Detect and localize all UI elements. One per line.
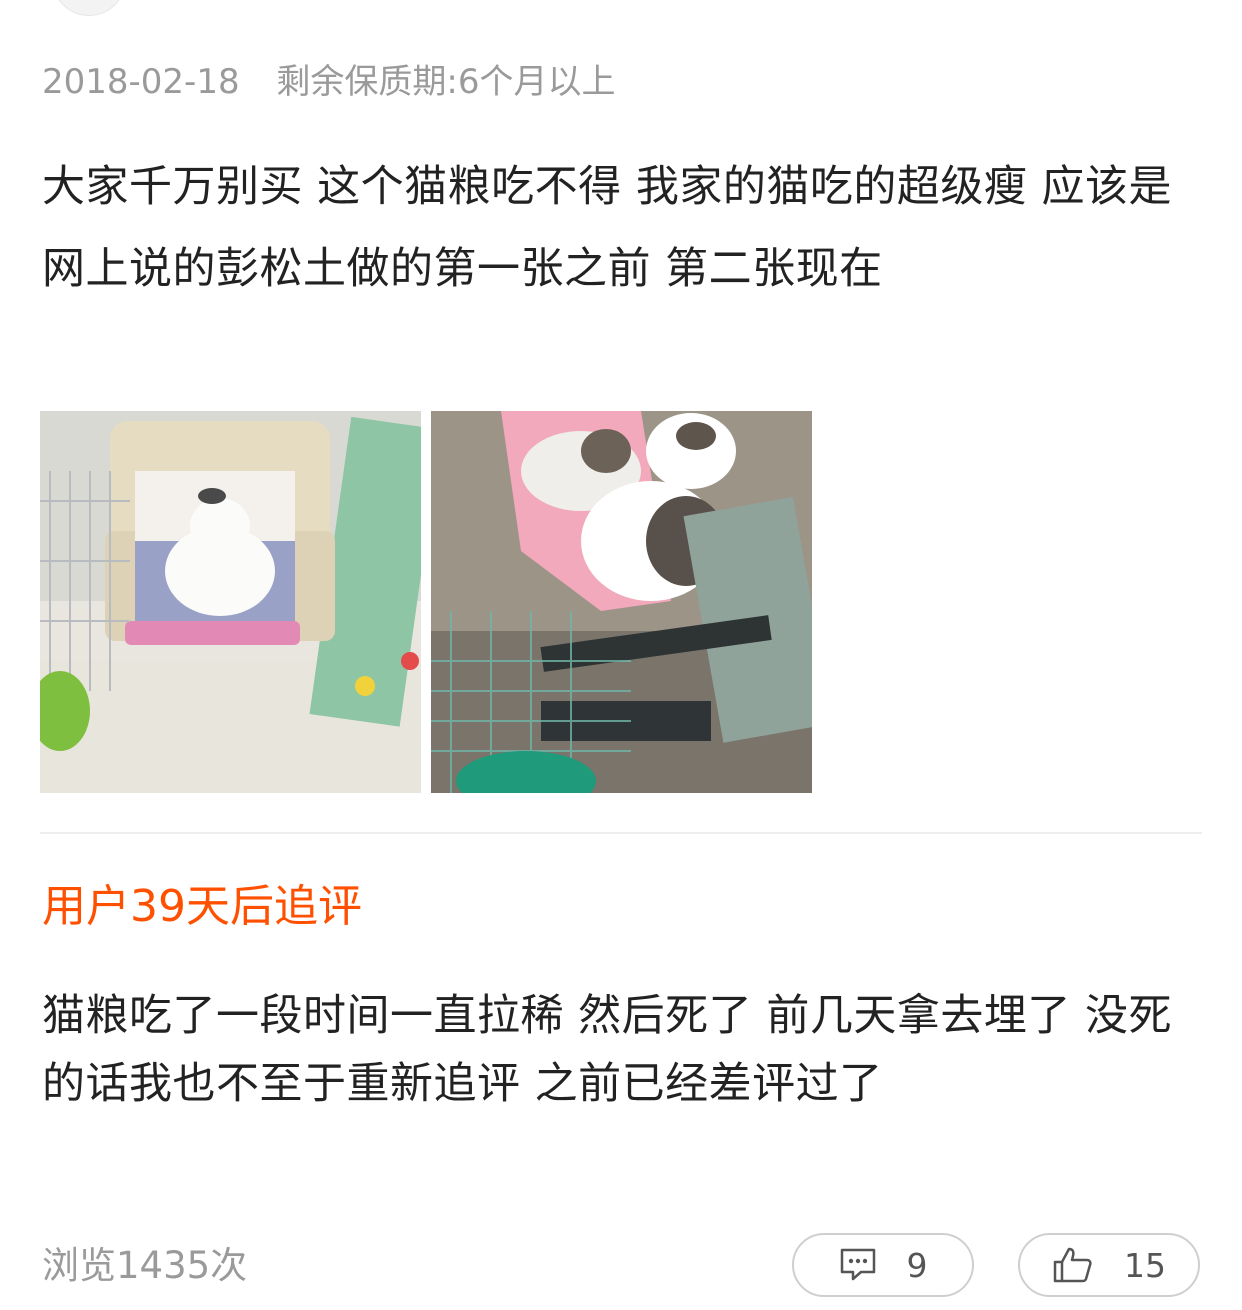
view-count: 浏览1435次 — [42, 1244, 248, 1287]
review-text: 大家千万别买 这个猫粮吃不得 我家的猫吃的超级瘦 应该是网上说的彭松土做的第一张… — [42, 162, 1173, 294]
followup-title: 用户39天后追评 — [42, 881, 362, 932]
like-count: 15 — [1124, 1245, 1166, 1285]
photo-cat-in-carrier[interactable] — [40, 411, 421, 793]
review-meta: 2018-02-18 剩余保质期:6个月以上 — [42, 58, 616, 106]
thumbs-up-icon — [1052, 1246, 1094, 1284]
avatar[interactable] — [52, 0, 126, 16]
comment-button[interactable]: 9 — [792, 1233, 974, 1297]
shelf-life: 剩余保质期:6个月以上 — [276, 62, 616, 102]
comment-bubble-icon — [839, 1247, 877, 1283]
like-button[interactable]: 15 — [1018, 1233, 1200, 1297]
review-photos — [40, 411, 812, 793]
photo-cats-in-cage[interactable] — [431, 411, 812, 793]
followup-text: 猫粮吃了一段时间一直拉稀 然后死了 前几天拿去埋了 没死的话我也不至于重新追评 … — [42, 991, 1173, 1109]
review-date: 2018-02-18 — [42, 62, 240, 102]
divider — [40, 832, 1202, 834]
comment-count: 9 — [906, 1245, 928, 1285]
